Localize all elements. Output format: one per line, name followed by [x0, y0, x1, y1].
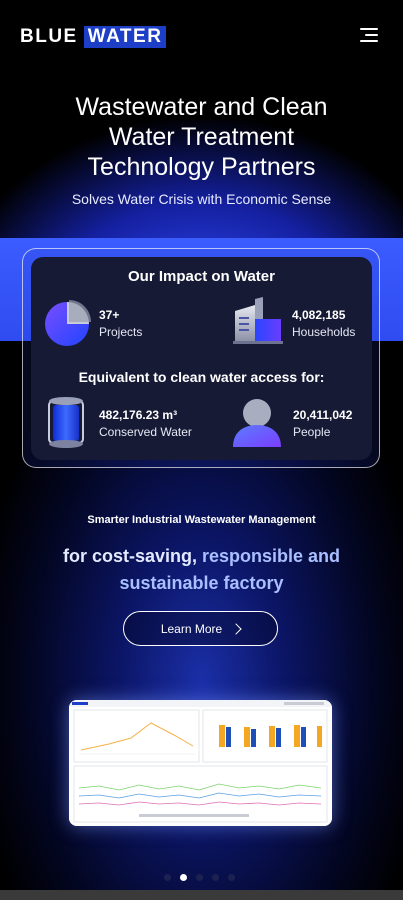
logo-text-blue: BLUE	[20, 26, 78, 47]
carousel-dot[interactable]	[196, 873, 203, 881]
hero-title-line: Technology Partners	[87, 153, 316, 181]
stat-label: People	[293, 425, 331, 439]
section-title-part1: for cost-saving,	[62, 546, 202, 566]
person-icon	[233, 399, 281, 447]
site-header: BLUE WATER	[0, 0, 403, 70]
water-cylinder-icon	[48, 397, 84, 448]
carousel-dots	[164, 872, 244, 882]
dashboard-preview-graphic	[69, 700, 332, 826]
section-title: for cost-saving, responsible and sustain…	[30, 543, 373, 597]
hamburger-menu-icon[interactable]	[358, 26, 380, 44]
equivalent-title: Equivalent to clean water access for:	[78, 369, 325, 385]
hero-subtitle: Solves Water Crisis with Economic Sense	[71, 191, 332, 207]
stat-projects: 37+ Projects	[99, 308, 142, 339]
learn-more-button[interactable]: Learn More	[123, 611, 278, 646]
section-kicker: Smarter Industrial Wastewater Management	[87, 514, 316, 526]
impact-card: Our Impact on Water 37+ Projects 4,082,1…	[31, 257, 372, 460]
building-icon	[233, 297, 283, 344]
stat-label: Households	[292, 325, 356, 339]
chevron-right-icon	[230, 622, 242, 635]
stat-value: 4,082,185	[292, 308, 346, 322]
hero-title-line: Water Treatment	[108, 123, 295, 151]
hero-title: Wastewater and Clean Water Treatment Tec…	[20, 92, 383, 182]
carousel-dot[interactable]	[228, 873, 235, 881]
stat-water: 482,176.23 m³ Conserved Water	[99, 408, 192, 439]
pie-chart-icon	[45, 300, 91, 346]
stat-value: 482,176.23 m³	[99, 408, 178, 422]
stat-people: 20,411,042 People	[293, 408, 352, 439]
learn-more-label: Learn More	[160, 621, 223, 636]
footer-strip	[0, 890, 403, 900]
stat-label: Conserved Water	[99, 425, 192, 439]
logo-text-water: WATER	[83, 26, 167, 48]
dashboard-preview-image	[69, 700, 332, 826]
carousel-dot-active[interactable]	[180, 873, 187, 881]
stat-value: 20,411,042	[293, 408, 353, 422]
carousel-dot[interactable]	[164, 873, 171, 881]
stat-households: 4,082,185 Households	[292, 308, 355, 339]
carousel-dot[interactable]	[212, 873, 219, 881]
hero-title-line: Wastewater and Clean	[75, 93, 328, 121]
stat-value: 37+	[99, 308, 120, 322]
page: BLUE WATER Wastewater and Clean Water Tr…	[0, 0, 403, 900]
impact-title: Our Impact on Water	[128, 268, 275, 285]
stat-label: Projects	[99, 325, 143, 339]
brand-logo[interactable]: BLUE WATER	[20, 26, 167, 48]
